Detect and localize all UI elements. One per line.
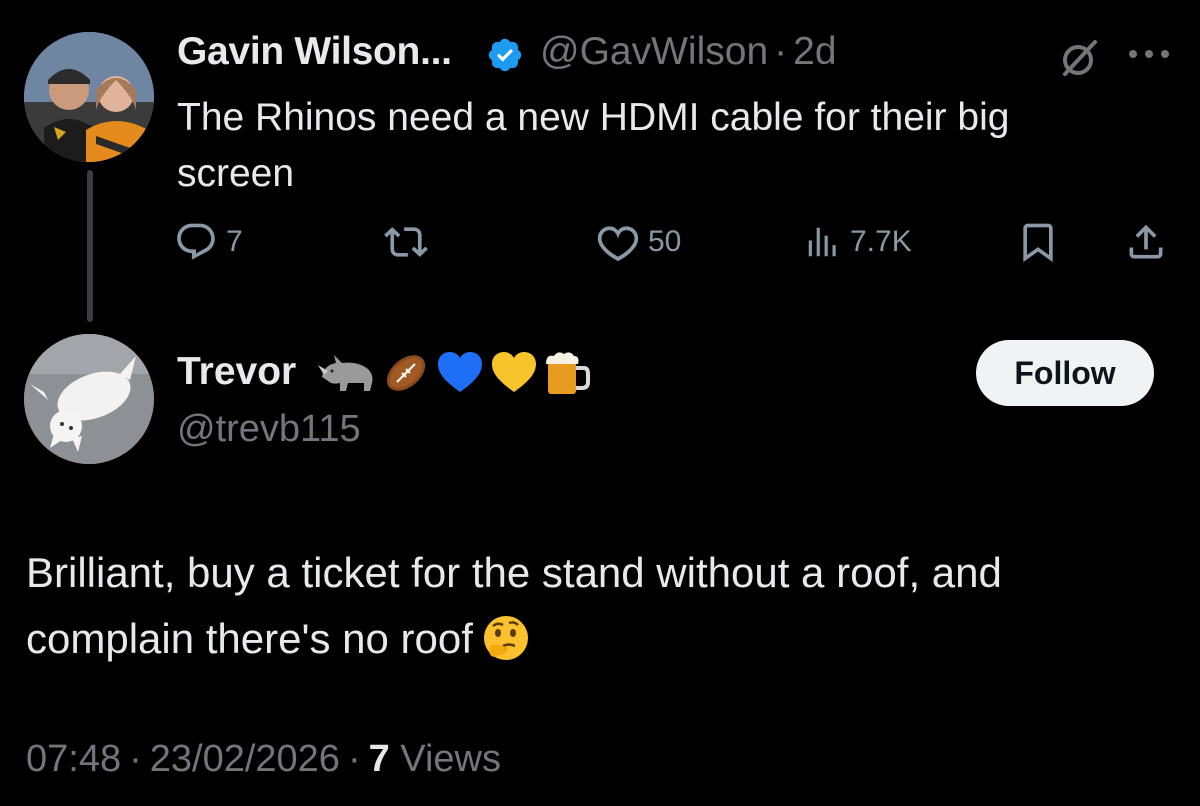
thinking-face-icon xyxy=(481,613,531,663)
views-label: Views xyxy=(400,738,501,780)
blue-heart-icon xyxy=(438,352,482,392)
reply-count: 7 xyxy=(226,225,243,258)
separator-dot: · xyxy=(347,738,361,780)
author-name[interactable]: Trevor xyxy=(177,350,296,394)
like-count: 50 xyxy=(648,225,682,258)
tweet-text: The Rhinos need a new HDMI cable for the… xyxy=(177,96,1010,195)
rhino-icon xyxy=(318,355,373,391)
rugby-ball-icon xyxy=(386,355,426,391)
bookmark-icon xyxy=(1023,223,1053,263)
like-button[interactable]: 50 xyxy=(596,220,681,264)
share-icon xyxy=(1129,224,1163,259)
view-count: 7.7K xyxy=(850,225,912,258)
author-name[interactable]: Gavin Wilson... xyxy=(177,30,452,74)
tweet-text-block: Brilliant, buy a ticket for the stand wi… xyxy=(26,540,1166,672)
name-emojis xyxy=(318,347,590,399)
like-icon xyxy=(597,226,639,262)
separator-dot: · xyxy=(774,30,788,73)
grok-icon[interactable] xyxy=(1057,36,1101,80)
avatar-photo xyxy=(24,32,154,162)
verified-badge-icon xyxy=(486,36,524,74)
thread-connector-line xyxy=(87,170,93,322)
more-options-icon[interactable] xyxy=(1125,46,1173,62)
tweet-meta: 07:48 · 23/02/2026 · 7 Views xyxy=(26,738,501,781)
trevor-avatar[interactable] xyxy=(24,334,154,464)
timestamp[interactable]: 2d xyxy=(793,30,836,73)
avatar-photo xyxy=(24,334,154,464)
tweet-time[interactable]: 07:48 xyxy=(26,738,121,780)
follow-button[interactable]: Follow xyxy=(976,340,1154,406)
reply-icon xyxy=(177,223,215,260)
views-button[interactable]: 7.7K xyxy=(804,220,912,264)
reply-button[interactable]: 7 xyxy=(174,220,243,264)
retweet-icon xyxy=(384,227,428,257)
author-handle[interactable]: @trevb115 xyxy=(177,408,361,451)
bookmark-button[interactable] xyxy=(1016,220,1060,264)
gavin-avatar[interactable] xyxy=(24,32,154,162)
separator-dot: · xyxy=(129,738,142,780)
yellow-heart-icon xyxy=(492,352,536,392)
author-handle-line: @GavWilson · 2d xyxy=(540,30,837,74)
views-icon xyxy=(808,227,836,257)
beer-mug-icon xyxy=(546,352,590,394)
author-handle[interactable]: @GavWilson xyxy=(540,30,768,73)
views-count: 7 xyxy=(368,738,390,780)
share-button[interactable] xyxy=(1124,220,1168,264)
retweet-button[interactable] xyxy=(384,220,436,264)
tweet-date[interactable]: 23/02/2026 xyxy=(150,738,340,780)
